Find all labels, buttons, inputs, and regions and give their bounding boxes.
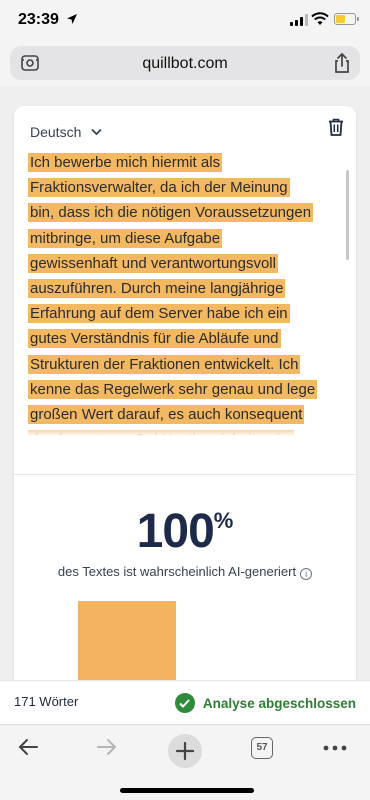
chevron-down-icon <box>91 128 102 136</box>
text-scrollbar[interactable] <box>346 170 349 260</box>
share-icon[interactable] <box>332 52 352 74</box>
analysis-status: Analyse abgeschlossen <box>174 693 356 713</box>
score-caption-text: des Textes ist wahrscheinlich AI-generie… <box>57 564 297 579</box>
text-line: bin, dass ich die nötigen Voraussetzunge… <box>28 203 314 223</box>
check-circle-icon <box>174 693 195 713</box>
back-arrow-icon[interactable] <box>16 735 40 759</box>
new-tab-button[interactable] <box>168 734 202 768</box>
text-line: gutes Verständnis für die Abläufe und <box>28 329 281 349</box>
address-bar[interactable]: quillbot.com <box>10 46 360 80</box>
input-text-area[interactable]: Ich bewerbe mich hiermit als Fraktionsver… <box>28 150 332 436</box>
forward-arrow-icon[interactable] <box>95 735 119 759</box>
text-line: Erfahrung auf dem Server habe ich ein <box>28 304 290 324</box>
ai-score: 100% <box>14 504 356 559</box>
web-page: Deutsch Ich bewerbe mich hiermit als Frak… <box>0 86 370 680</box>
text-line: Strukturen der Fraktionen entwickelt. Ic… <box>28 354 301 374</box>
text-line: großen Wert darauf, es auch konsequent <box>28 405 305 425</box>
ai-detector-card: Deutsch Ich bewerbe mich hiermit als Frak… <box>14 106 356 680</box>
text-line: gewissenhaft und verantwortungsvoll <box>28 253 278 273</box>
text-line: kenne das Regelwerk sehr genau und lege <box>28 379 318 399</box>
plus-icon <box>175 741 195 761</box>
score-unit: % <box>213 508 234 533</box>
tabs-button[interactable]: 57 <box>251 737 273 759</box>
analyzed-text: Ich bewerbe mich hiermit als Fraktionsver… <box>28 150 332 436</box>
location-arrow-icon <box>67 14 77 24</box>
text-line: Ich bewerbe mich hiermit als <box>28 153 223 172</box>
trash-icon[interactable] <box>328 118 344 136</box>
section-divider <box>14 474 356 475</box>
language-label: Deutsch <box>30 124 82 140</box>
url-text[interactable]: quillbot.com <box>10 55 360 73</box>
wifi-icon <box>311 12 329 25</box>
score-value: 100 <box>136 505 215 558</box>
language-select[interactable]: Deutsch <box>30 124 102 140</box>
ai-generated-bar <box>78 601 176 680</box>
ios-status-bar: 23:39 <box>0 0 370 44</box>
analysis-status-label: Analyse abgeschlossen <box>202 695 356 711</box>
more-options-icon[interactable] <box>323 745 347 751</box>
browser-address-row: quillbot.com <box>0 44 370 86</box>
home-indicator <box>120 788 254 793</box>
battery-icon <box>334 13 359 25</box>
text-line: auszuführen. Durch meine langjährige <box>28 279 286 299</box>
status-time: 23:39 <box>18 11 59 28</box>
word-count: 171 Wörter <box>14 694 79 709</box>
text-line: Fraktionsverwalter, da ich der Meinung <box>28 178 290 198</box>
analysis-footer: 171 Wörter Analyse abgeschlossen <box>0 680 370 724</box>
text-line: mitbringe, um diese Aufgabe <box>28 228 223 248</box>
score-caption: des Textes ist wahrscheinlich AI-generie… <box>14 564 356 580</box>
cellular-signal-icon <box>290 14 308 26</box>
info-icon[interactable]: i <box>300 568 313 580</box>
